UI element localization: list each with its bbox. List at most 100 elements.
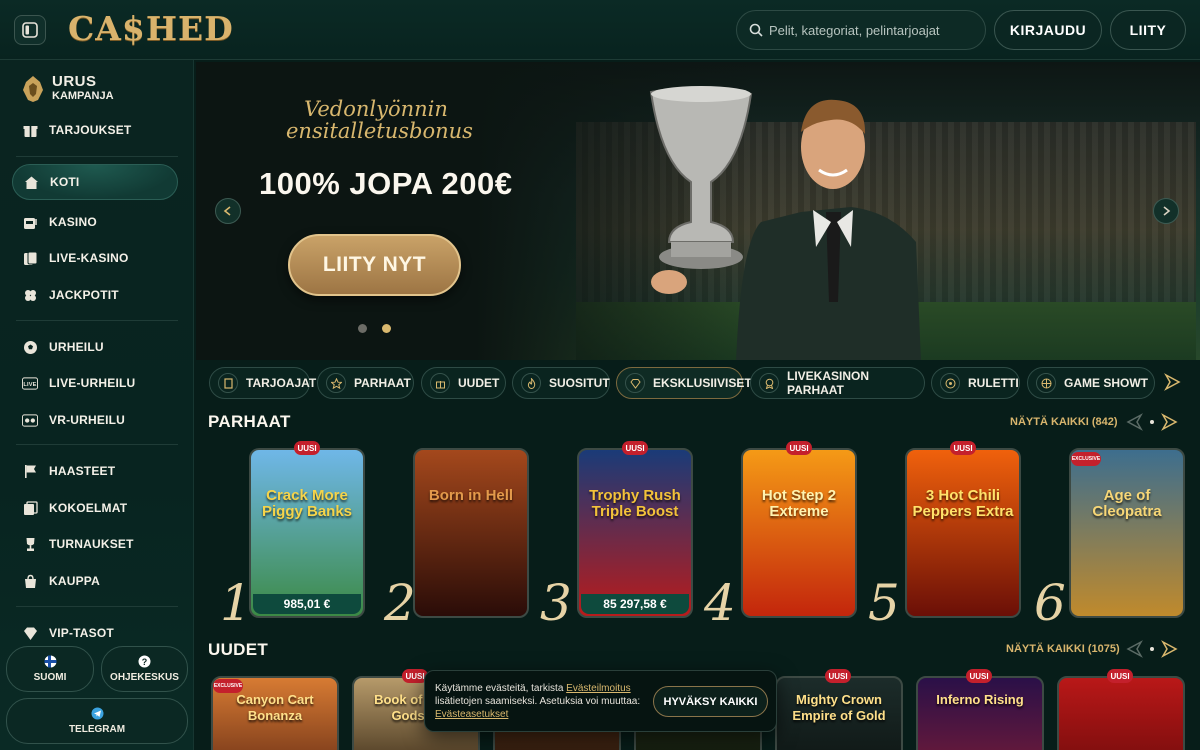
sidebar-item-label: KOTI — [50, 175, 80, 189]
svg-text:LIVE: LIVE — [23, 381, 36, 387]
roulette-icon — [940, 373, 960, 393]
sidebar-item-vip-levels[interactable]: VIP-TASOT — [12, 616, 178, 650]
next-arrow-icon[interactable] — [1160, 413, 1180, 431]
sidebar-divider — [16, 444, 178, 445]
sidebar-item-live-sports[interactable]: LIVE LIVE-URHEILU — [12, 366, 178, 400]
sidebar-item-sports[interactable]: URHEILU — [12, 330, 178, 364]
chevron-left-icon — [223, 206, 231, 216]
category-live-best[interactable]: LIVEKASINON PARHAAT — [750, 367, 925, 399]
hero-man-with-trophy-image — [649, 86, 921, 360]
cookie-notice-link[interactable]: Evästeilmoitus — [566, 683, 630, 694]
help-center-button[interactable]: ? OHJEKESKUS — [101, 646, 188, 692]
game-card[interactable]: Born in Hell — [413, 448, 529, 618]
sidebar-item-jackpots[interactable]: JACKPOTIT — [12, 278, 178, 312]
new-badge: UUSI — [294, 441, 320, 455]
sidebar-item-challenges[interactable]: HAASTEET — [12, 454, 178, 488]
exclusive-badge: EXCLUSIVE — [213, 679, 243, 693]
login-button[interactable]: KIRJAUDU — [994, 10, 1102, 50]
prev-arrow-icon[interactable] — [1124, 640, 1144, 658]
new-badge: UUSI — [966, 669, 992, 683]
medal-icon — [759, 373, 779, 393]
category-providers[interactable]: TARJOAJAT — [209, 367, 316, 399]
game-card[interactable]: Age of Cleopatra — [1069, 448, 1185, 618]
game-title: Age of Cleopatra — [1092, 487, 1162, 520]
carousel-dot-active[interactable] — [382, 324, 391, 333]
campaign-title: URUS — [52, 73, 97, 90]
home-icon — [23, 174, 39, 190]
carousel-dot[interactable] — [358, 324, 367, 333]
sidebar-item-label: URHEILU — [49, 340, 104, 354]
rank-number: 2 — [384, 574, 416, 632]
hero-banner[interactable]: Vedonlyönnin ensitalletusbonus 100% JOPA… — [196, 62, 1200, 360]
search-input[interactable] — [769, 11, 979, 49]
game-card[interactable]: Trophy Rush Triple Boost 85 297,58 € — [577, 448, 693, 618]
sidebar-item-label: VIP-TASOT — [49, 626, 114, 640]
slot-machine-icon — [22, 214, 38, 230]
exclusive-badge: EXCLUSIVE — [1071, 452, 1101, 466]
sidebar-item-tournaments[interactable]: TURNAUKSET — [12, 527, 178, 561]
category-scroll-right-icon[interactable] — [1163, 373, 1183, 391]
category-roulette[interactable]: RULETTI — [931, 367, 1020, 399]
cookie-settings-link[interactable]: Evästeasetukset — [435, 709, 508, 720]
game-card[interactable]: Hot Step 2 Extreme — [741, 448, 857, 618]
hero-prev-button[interactable] — [215, 198, 241, 224]
game-title: Canyon Cart Bonanza — [236, 692, 314, 723]
shopping-bag-icon — [22, 573, 38, 589]
category-exclusive[interactable]: EKSKLUSIIVISET — [616, 367, 752, 399]
urus-campaign-link[interactable]: URUS KAMPANJA — [20, 74, 114, 104]
sidebar-toggle-button[interactable] — [14, 15, 46, 45]
new-see-all-link[interactable]: NÄYTÄ KAIKKI (1075) — [1006, 643, 1120, 655]
sidebar-item-collections[interactable]: KOKOELMAT — [12, 491, 178, 525]
rank-number: 4 — [704, 574, 736, 632]
cashed-logo[interactable]: CA$HED — [68, 9, 234, 48]
new-badge: UUSI — [950, 441, 976, 455]
sidebar-item-home[interactable]: KOTI — [12, 164, 178, 200]
language-label: SUOMI — [33, 672, 67, 683]
accept-all-cookies-button[interactable]: HYVÄKSY KAIKKI — [653, 686, 768, 717]
new-badge: UUSI — [825, 669, 851, 683]
game-card[interactable]: Inferno Rising — [916, 676, 1044, 750]
new-pager — [1124, 640, 1180, 658]
sidebar-item-label: LIVE-KASINO — [49, 251, 129, 265]
sidebar-item-casino[interactable]: KASINO — [12, 205, 178, 239]
hero-title: 100% JOPA 200€ — [259, 166, 513, 201]
sidebar-item-vr-sports[interactable]: VR-URHEILU — [12, 403, 178, 437]
rank-number: 6 — [1034, 574, 1066, 632]
new-section-title: UUDET — [208, 640, 269, 659]
best-see-all-link[interactable]: NÄYTÄ KAIKKI (842) — [1010, 416, 1118, 428]
best-pager — [1124, 413, 1180, 431]
search-icon — [749, 23, 763, 37]
game-card[interactable] — [1057, 676, 1185, 750]
clover-icon — [22, 287, 38, 303]
wheel-icon — [1036, 373, 1056, 393]
language-button[interactable]: SUOMI — [6, 646, 94, 692]
category-best[interactable]: PARHAAT — [317, 367, 414, 399]
hero-next-button[interactable] — [1153, 198, 1179, 224]
join-button[interactable]: LIITY — [1110, 10, 1186, 50]
sidebar-divider — [16, 156, 178, 157]
game-title: Inferno Rising — [936, 692, 1024, 707]
sidebar: URUS KAMPANJA TARJOUKSET KOTI KASINO LIV… — [0, 60, 194, 750]
rank-number: 5 — [868, 574, 900, 632]
rank-number: 3 — [540, 574, 572, 632]
sidebar-item-shop[interactable]: KAUPPA — [12, 564, 178, 598]
category-new[interactable]: UUDET — [421, 367, 506, 399]
game-card[interactable]: Mighty Crown Empire of Gold — [775, 676, 903, 750]
prev-arrow-icon[interactable] — [1124, 413, 1144, 431]
jackpot-amount: 985,01 € — [253, 594, 361, 614]
category-game-shows[interactable]: GAME SHOWT — [1027, 367, 1155, 399]
category-popular[interactable]: SUOSITUT — [512, 367, 610, 399]
next-arrow-icon[interactable] — [1160, 640, 1180, 658]
game-title: Hot Step 2 Extreme — [761, 487, 837, 520]
chevron-right-icon — [1163, 206, 1171, 216]
search-box[interactable] — [736, 10, 986, 50]
sidebar-divider — [16, 606, 178, 607]
join-now-button[interactable]: LIITY NYT — [288, 234, 461, 296]
telegram-button[interactable]: TELEGRAM — [6, 698, 188, 744]
sidebar-item-live-casino[interactable]: LIVE-KASINO — [12, 241, 178, 275]
game-card[interactable]: Crack More Piggy Banks 985,01 € — [249, 448, 365, 618]
sidebar-item-label: KASINO — [49, 215, 97, 229]
sidebar-item-offers[interactable]: TARJOUKSET — [12, 113, 178, 147]
sidebar-item-label: KAUPPA — [49, 574, 100, 588]
game-card[interactable]: 3 Hot Chili Peppers Extra — [905, 448, 1021, 618]
